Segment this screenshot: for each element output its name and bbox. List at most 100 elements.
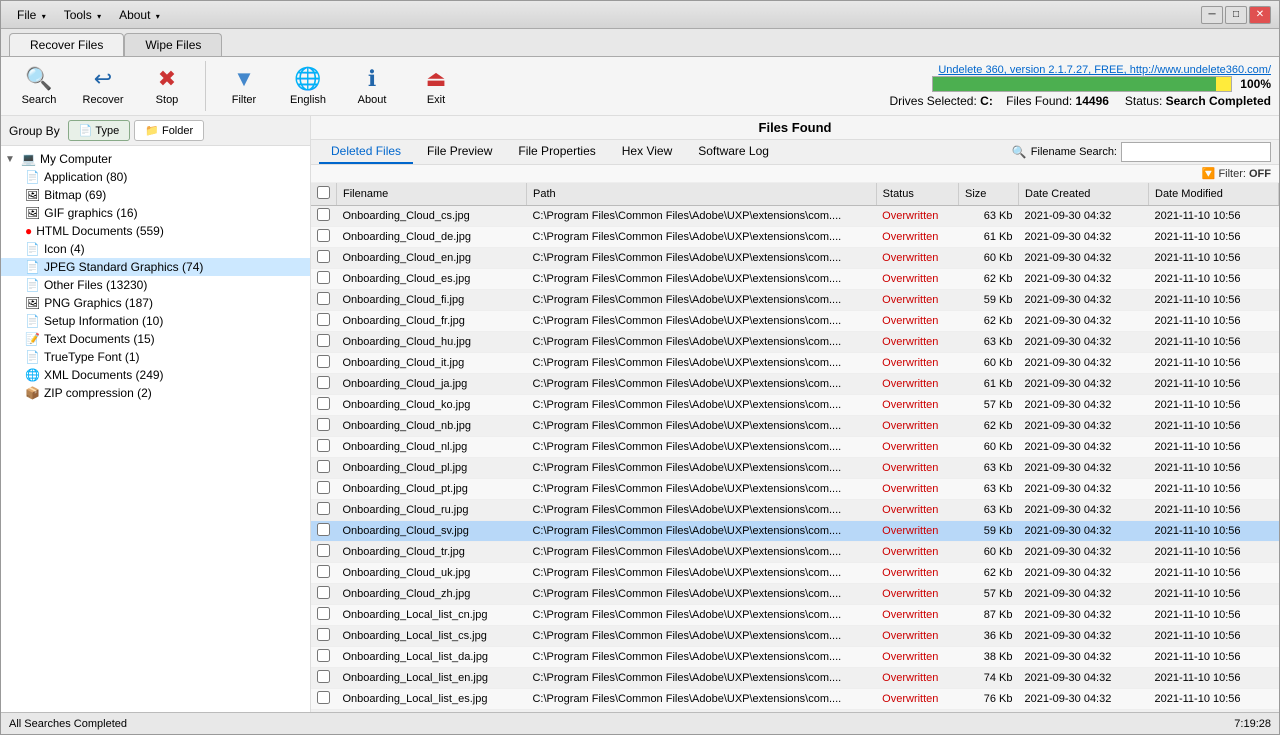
row-checkbox[interactable] xyxy=(317,250,330,263)
cell-size: 63 Kb xyxy=(959,479,1019,500)
row-checkbox[interactable] xyxy=(317,670,330,683)
sidebar-item-other[interactable]: 📄 Other Files (13230) xyxy=(1,276,310,294)
sidebar-item-text[interactable]: 📝 Text Documents (15) xyxy=(1,330,310,348)
select-all-checkbox[interactable] xyxy=(317,186,330,199)
row-checkbox[interactable] xyxy=(317,649,330,662)
cell-date-created: 2021-09-30 04:32 xyxy=(1019,626,1149,647)
table-row: Onboarding_Cloud_cs.jpg C:\Program Files… xyxy=(311,206,1279,227)
row-checkbox[interactable] xyxy=(317,607,330,620)
row-checkbox[interactable] xyxy=(317,418,330,431)
stop-button[interactable]: ✖ Stop xyxy=(137,61,197,111)
row-checkbox[interactable] xyxy=(317,397,330,410)
sidebar-item-gif[interactable]: 🖼 GIF graphics (16) xyxy=(1,204,310,222)
row-checkbox[interactable] xyxy=(317,313,330,326)
cell-date-created: 2021-09-30 04:32 xyxy=(1019,521,1149,542)
row-checkbox[interactable] xyxy=(317,271,330,284)
sidebar-item-jpeg[interactable]: 📄 JPEG Standard Graphics (74) xyxy=(1,258,310,276)
file-menu[interactable]: File ▾ xyxy=(9,6,54,24)
minimize-button[interactable]: ─ xyxy=(1201,6,1223,24)
row-checkbox[interactable] xyxy=(317,376,330,389)
sidebar-item-xml[interactable]: 🌐 XML Documents (249) xyxy=(1,366,310,384)
cell-date-created: 2021-09-30 04:32 xyxy=(1019,563,1149,584)
tab-file-properties[interactable]: File Properties xyxy=(506,140,607,164)
search-button[interactable]: 🔍 Search xyxy=(9,61,69,111)
row-checkbox[interactable] xyxy=(317,292,330,305)
sidebar-item-bitmap[interactable]: 🖼 Bitmap (69) xyxy=(1,186,310,204)
main-window: File ▾ Tools ▾ About ▾ ─ □ ✕ Recover Fil… xyxy=(0,0,1280,735)
cell-filename: Onboarding_Cloud_tr.jpg xyxy=(337,542,527,563)
folder-group-button[interactable]: 📁 Folder xyxy=(134,120,204,141)
exit-button[interactable]: ⏏ Exit xyxy=(406,61,466,111)
sidebar-item-zip[interactable]: 📦 ZIP compression (2) xyxy=(1,384,310,402)
sub-tabs: Deleted Files File Preview File Properti… xyxy=(311,140,1279,165)
cell-date-modified: 2021-11-10 10:56 xyxy=(1149,311,1279,332)
tab-hex-view[interactable]: Hex View xyxy=(610,140,684,164)
progress-area: 100% Drives Selected: C: Files Found: 14… xyxy=(889,76,1271,108)
cell-size: 59 Kb xyxy=(959,290,1019,311)
cell-filename: Onboarding_Local_list_cn.jpg xyxy=(337,605,527,626)
sidebar-item-my-computer[interactable]: ▼ 💻 My Computer xyxy=(1,150,310,168)
table-row: Onboarding_Cloud_fr.jpg C:\Program Files… xyxy=(311,311,1279,332)
files-table: Filename Path Status Size Date Created D… xyxy=(311,183,1279,712)
tab-file-preview[interactable]: File Preview xyxy=(415,140,504,164)
row-checkbox[interactable] xyxy=(317,229,330,242)
row-checkbox[interactable] xyxy=(317,460,330,473)
language-button[interactable]: 🌐 English xyxy=(278,61,338,111)
main-area: Group By 📄 Type 📁 Folder ▼ 💻 My Computer xyxy=(1,116,1279,712)
row-checkbox-cell xyxy=(311,479,337,500)
row-checkbox[interactable] xyxy=(317,544,330,557)
header-status[interactable]: Status xyxy=(876,183,958,206)
row-checkbox[interactable] xyxy=(317,586,330,599)
right-panel: Files Found Deleted Files File Preview F… xyxy=(311,116,1279,712)
cell-date-created: 2021-09-30 04:32 xyxy=(1019,395,1149,416)
header-size[interactable]: Size xyxy=(959,183,1019,206)
about-menu[interactable]: About ▾ xyxy=(111,6,168,24)
table-row: Onboarding_Cloud_nb.jpg C:\Program Files… xyxy=(311,416,1279,437)
cell-size: 62 Kb xyxy=(959,269,1019,290)
type-group-button[interactable]: 📄 Type xyxy=(68,120,131,141)
application-icon: 📄 xyxy=(25,170,40,184)
app-link[interactable]: Undelete 360, version 2.1.7.27, FREE, ht… xyxy=(938,64,1271,76)
sidebar-item-html[interactable]: ● HTML Documents (559) xyxy=(1,222,310,240)
sidebar-item-png[interactable]: 🖼 PNG Graphics (187) xyxy=(1,294,310,312)
header-checkbox[interactable] xyxy=(311,183,337,206)
cell-date-created: 2021-09-30 04:32 xyxy=(1019,290,1149,311)
recover-button[interactable]: ↩ Recover xyxy=(73,61,133,111)
header-path[interactable]: Path xyxy=(526,183,876,206)
cell-filename: Onboarding_Local_list_en.jpg xyxy=(337,668,527,689)
cell-path: C:\Program Files\Common Files\Adobe\UXP\… xyxy=(526,437,876,458)
header-filename[interactable]: Filename xyxy=(337,183,527,206)
row-checkbox[interactable] xyxy=(317,439,330,452)
row-checkbox-cell xyxy=(311,332,337,353)
row-checkbox[interactable] xyxy=(317,502,330,515)
about-button[interactable]: ℹ About xyxy=(342,61,402,111)
row-checkbox[interactable] xyxy=(317,691,330,704)
filter-button-bar[interactable]: 🔽 Filter: OFF xyxy=(1202,167,1271,180)
row-checkbox-cell xyxy=(311,227,337,248)
header-date-modified[interactable]: Date Modified xyxy=(1149,183,1279,206)
row-checkbox[interactable] xyxy=(317,565,330,578)
tab-deleted-files[interactable]: Deleted Files xyxy=(319,140,413,164)
maximize-button[interactable]: □ xyxy=(1225,6,1247,24)
filename-search-icon: 🔍 xyxy=(1012,145,1027,159)
sidebar-item-icon[interactable]: 📄 Icon (4) xyxy=(1,240,310,258)
header-date-created[interactable]: Date Created xyxy=(1019,183,1149,206)
sidebar-item-setup[interactable]: 📄 Setup Information (10) xyxy=(1,312,310,330)
tab-software-log[interactable]: Software Log xyxy=(686,140,781,164)
filter-button[interactable]: ▼ Filter xyxy=(214,61,274,111)
row-checkbox[interactable] xyxy=(317,355,330,368)
sidebar-item-truetype[interactable]: 📄 TrueType Font (1) xyxy=(1,348,310,366)
table-container: Filename Path Status Size Date Created D… xyxy=(311,183,1279,712)
row-checkbox[interactable] xyxy=(317,208,330,221)
tab-wipe-files[interactable]: Wipe Files xyxy=(124,33,222,56)
row-checkbox[interactable] xyxy=(317,628,330,641)
tools-menu[interactable]: Tools ▾ xyxy=(56,6,109,24)
row-checkbox[interactable] xyxy=(317,523,330,536)
filename-search-input[interactable] xyxy=(1121,142,1271,162)
row-checkbox[interactable] xyxy=(317,481,330,494)
close-button[interactable]: ✕ xyxy=(1249,6,1271,24)
table-row: Onboarding_Cloud_es.jpg C:\Program Files… xyxy=(311,269,1279,290)
tab-recover-files[interactable]: Recover Files xyxy=(9,33,124,56)
row-checkbox[interactable] xyxy=(317,334,330,347)
sidebar-item-application[interactable]: 📄 Application (80) xyxy=(1,168,310,186)
